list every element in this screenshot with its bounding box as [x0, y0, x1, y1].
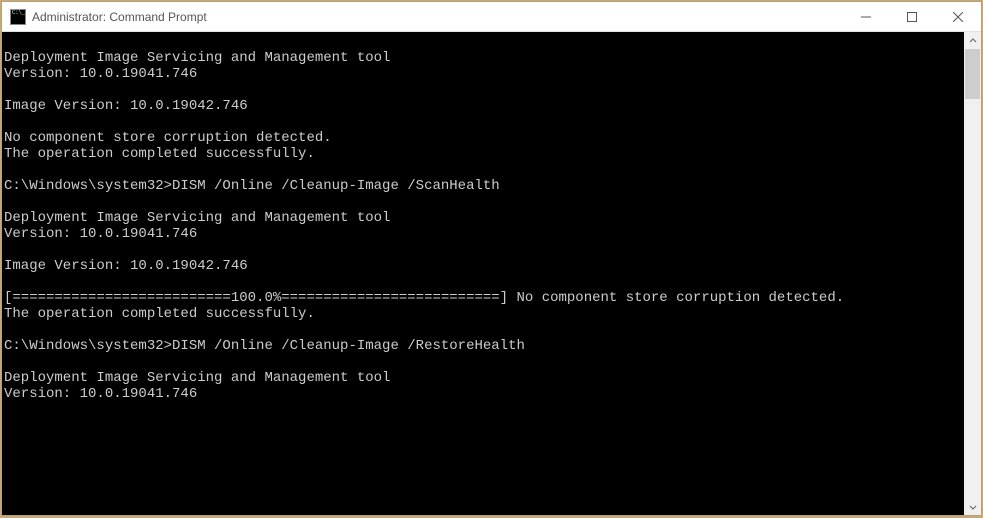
output-line: Version: 10.0.19041.746	[4, 66, 964, 82]
scroll-thumb[interactable]	[965, 49, 980, 99]
minimize-icon	[861, 12, 871, 22]
output-line: No component store corruption detected.	[4, 130, 964, 146]
scroll-track[interactable]	[964, 49, 981, 498]
chevron-up-icon	[969, 37, 977, 45]
window-title: Administrator: Command Prompt	[32, 10, 843, 24]
output-line	[4, 274, 964, 290]
output-line: Deployment Image Servicing and Managemen…	[4, 370, 964, 386]
titlebar[interactable]: Administrator: Command Prompt	[2, 2, 981, 32]
maximize-button[interactable]	[889, 2, 935, 31]
output-line: Image Version: 10.0.19042.746	[4, 258, 964, 274]
output-line: The operation completed successfully.	[4, 306, 964, 322]
output-line: C:\Windows\system32>DISM /Online /Cleanu…	[4, 178, 964, 194]
maximize-icon	[907, 12, 917, 22]
output-line	[4, 194, 964, 210]
close-icon	[953, 12, 963, 22]
console-area: Deployment Image Servicing and Managemen…	[2, 32, 981, 515]
close-button[interactable]	[935, 2, 981, 31]
output-line	[4, 34, 964, 50]
output-line: C:\Windows\system32>DISM /Online /Cleanu…	[4, 338, 964, 354]
output-line	[4, 114, 964, 130]
output-line: Version: 10.0.19041.746	[4, 386, 964, 402]
output-line: Deployment Image Servicing and Managemen…	[4, 50, 964, 66]
output-line	[4, 242, 964, 258]
output-line: Version: 10.0.19041.746	[4, 226, 964, 242]
output-line: Deployment Image Servicing and Managemen…	[4, 210, 964, 226]
output-line	[4, 322, 964, 338]
output-line: Image Version: 10.0.19042.746	[4, 98, 964, 114]
window-controls	[843, 2, 981, 31]
output-line: [==========================100.0%=======…	[4, 290, 964, 306]
chevron-down-icon	[969, 503, 977, 511]
scroll-down-button[interactable]	[964, 498, 981, 515]
output-line	[4, 354, 964, 370]
command-prompt-window: Administrator: Command Prompt Deployment…	[1, 1, 982, 516]
scroll-up-button[interactable]	[964, 32, 981, 49]
output-line: The operation completed successfully.	[4, 146, 964, 162]
console-output[interactable]: Deployment Image Servicing and Managemen…	[2, 32, 964, 515]
output-line	[4, 162, 964, 178]
vertical-scrollbar[interactable]	[964, 32, 981, 515]
cmd-icon	[10, 9, 26, 25]
output-line	[4, 82, 964, 98]
minimize-button[interactable]	[843, 2, 889, 31]
